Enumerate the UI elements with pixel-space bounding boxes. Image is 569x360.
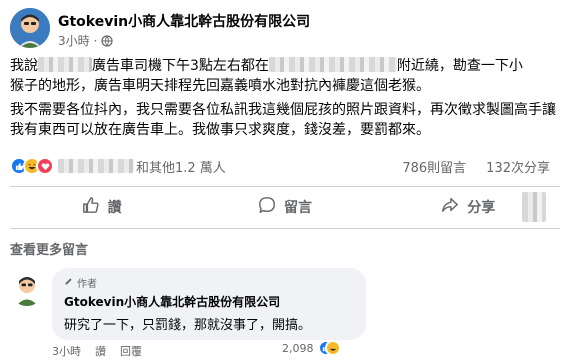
comment-reply-button[interactable]: 回覆 [120, 343, 142, 359]
globe-icon [101, 34, 114, 47]
comment-reaction-count: 2,098 [282, 341, 314, 355]
divider [10, 186, 560, 187]
post-text-segment: 附近繞，勘查一下小 [396, 58, 523, 74]
comment-reactions[interactable]: 2,098 [282, 340, 341, 356]
comment-count[interactable]: 786則留言 [402, 157, 466, 176]
comment-time[interactable]: 3小時 [52, 343, 81, 359]
post-paragraph-2: 我不需要各位抖內，我只需要各位私訊我這幾個屁孩的照片跟資料，再次徵求製圖高手讓我… [10, 102, 556, 138]
comment-label: 留言 [283, 200, 312, 216]
comment-button[interactable]: 留言 [193, 188, 376, 226]
share-count[interactable]: 132次分享 [486, 157, 550, 176]
comment-item: 作者 Gtokevin小商人靠北幹古股份有限公司 研究了一下，只罰錢，那就沒事了… [10, 268, 560, 340]
post-time[interactable]: 3小時 [58, 32, 90, 49]
share-label: 分享 [467, 200, 496, 216]
author-badge: 作者 [64, 275, 354, 290]
like-label: 讚 [107, 200, 122, 216]
post-action-bar: 讚 留言 分享 [10, 188, 560, 226]
like-button[interactable]: 讚 [10, 188, 193, 226]
haha-reaction-icon [324, 340, 341, 356]
post-body: 我說 廣告車司機下午3點左右都在 附近繞，勘查一下小 猴子的地形，廣告車明天排程先回… [10, 56, 560, 144]
author-badge-label: 作者 [77, 279, 97, 290]
reaction-icons[interactable] [10, 157, 54, 175]
post-header: Gtokevin小商人靠北幹古股份有限公司 3小時 · [10, 8, 560, 52]
comment-bubble-icon [258, 196, 276, 218]
comment-author-name[interactable]: Gtokevin小商人靠北幹古股份有限公司 [64, 293, 354, 310]
thumbs-up-icon [82, 196, 100, 218]
reactors-summary[interactable]: 和其他1.2 萬人 [136, 157, 226, 176]
engagement-counts: 786則留言 132次分享 [402, 157, 550, 176]
pen-icon [64, 277, 73, 289]
divider [10, 228, 560, 229]
post-paragraph-1: 我說 廣告車司機下午3點左右都在 附近繞，勘查一下小 猴子的地形，廣告車明天排程先回… [10, 56, 560, 96]
share-arrow-icon [441, 196, 459, 218]
comment-text: 研究了一下，只罰錢，那就沒事了，開搞。 [64, 318, 312, 333]
redacted-block [268, 57, 397, 72]
post-author-name[interactable]: Gtokevin小商人靠北幹古股份有限公司 [58, 11, 310, 31]
redacted-block [58, 159, 134, 173]
redacted-block [38, 57, 92, 72]
meta-separator: · [93, 33, 98, 48]
comment-bubble: 作者 Gtokevin小商人靠北幹古股份有限公司 研究了一下，只罰錢，那就沒事了… [52, 268, 366, 340]
comment-author-avatar[interactable] [10, 272, 44, 306]
redacted-block [522, 192, 546, 222]
comment-like-button[interactable]: 讚 [95, 343, 106, 359]
post-text-segment: 我說 [10, 58, 38, 74]
love-reaction-icon [36, 157, 54, 175]
post-text-segment: 廣告車司機下午3點左右都在 [92, 58, 269, 74]
post-text-segment: 猴子的地形，廣告車明天排程先回嘉義噴水池對抗內褲慶這個老猴。 [10, 78, 430, 94]
view-more-comments-link[interactable]: 查看更多留言 [10, 239, 88, 258]
post-meta: 3小時 · [58, 32, 114, 49]
reaction-summary: 和其他1.2 萬人 786則留言 132次分享 [10, 156, 560, 176]
author-avatar[interactable] [10, 8, 50, 48]
comment-meta: 3小時 讚 回覆 [52, 343, 142, 359]
